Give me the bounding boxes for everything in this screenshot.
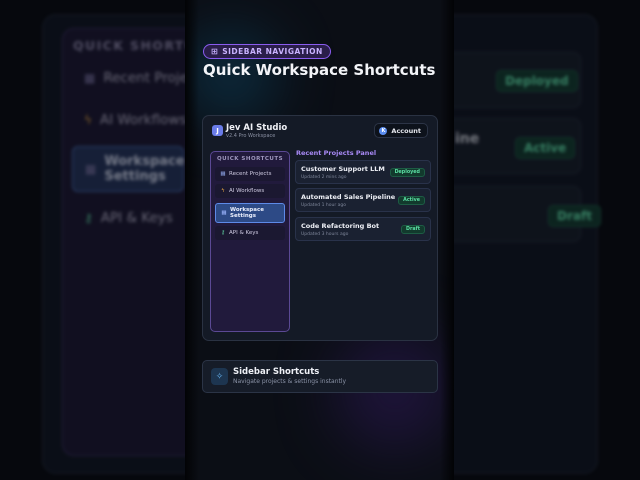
page-title: Quick Workspace Shortcuts (203, 61, 436, 79)
avatar: K (379, 126, 388, 135)
bg-status-badge: Active (515, 137, 576, 159)
project-card[interactable]: Customer Support LLM Updated 2 mins ago … (295, 160, 431, 184)
app-name: Jev AI Studio (226, 123, 288, 133)
content-column: ⊞ SIDEBAR NAVIGATION Quick Workspace Sho… (185, 0, 454, 480)
grid-icon: ▦ (84, 71, 96, 85)
edge-shade (440, 0, 454, 480)
grid-icon: ⊞ (211, 47, 219, 56)
key-icon: ⚷ (220, 230, 226, 236)
account-label: Account (391, 126, 421, 135)
bg-nav-item-workspace-settings: ▦ Workspace Settings (72, 146, 185, 192)
app-logo: J (212, 125, 223, 136)
sidebar-item-workspace-settings[interactable]: ▦ Workspace Settings (215, 203, 285, 223)
grid-icon: ▦ (220, 171, 226, 177)
projects-panel-heading: Recent Projects Panel (296, 149, 377, 157)
status-badge: Active (398, 196, 425, 205)
bg-nav-label: API & Keys (100, 210, 173, 226)
gear-icon: ▦ (221, 209, 227, 216)
sidebar-item-label: Recent Projects (229, 171, 272, 177)
feature-card: ✧ Sidebar Shortcuts Navigate projects & … (202, 360, 438, 393)
bg-status-badge: Draft (548, 205, 601, 227)
feature-subtitle: Navigate projects & settings instantly (233, 378, 347, 385)
status-badge: Deployed (389, 168, 425, 177)
bg-project-title: ine (455, 131, 480, 147)
sidebar-item-label: Workspace Settings (230, 206, 264, 220)
status-badge: Draft (401, 225, 425, 234)
sidebar-item-label: API & Keys (229, 230, 259, 236)
sidebar-item-label: AI Workflows (229, 188, 265, 194)
section-tag-label: SIDEBAR NAVIGATION (222, 47, 323, 56)
project-name: Customer Support LLM (301, 165, 385, 173)
feature-title: Sidebar Shortcuts (233, 367, 320, 377)
edge-shade (185, 0, 199, 480)
bg-nav-label: AI Workflows (99, 112, 187, 128)
section-tag: ⊞ SIDEBAR NAVIGATION (203, 44, 331, 59)
project-card[interactable]: Code Refactoring Bot Updated 3 hours ago… (295, 217, 431, 241)
project-updated: Updated 2 mins ago (301, 175, 347, 180)
video-frame: QUICK SHORTCUTS ▦ Recent Projects ϟ AI W… (0, 0, 640, 480)
app-window: J Jev AI Studio v2.4 Pro Workspace K Acc… (202, 115, 438, 341)
sidebar-item-recent-projects[interactable]: ▦ Recent Projects (215, 167, 285, 181)
sidebar-heading: QUICK SHORTCUTS (217, 156, 284, 162)
project-name: Code Refactoring Bot (301, 222, 380, 230)
app-version: v2.4 Pro Workspace (226, 133, 276, 139)
bolt-icon: ϟ (221, 188, 225, 194)
project-name: Automated Sales Pipeline (301, 193, 396, 201)
sidebar-item-ai-workflows[interactable]: ϟ AI Workflows (215, 184, 285, 198)
key-icon: ⚷ (84, 211, 93, 225)
account-button[interactable]: K Account (374, 123, 428, 138)
sparkle-icon: ✧ (211, 368, 228, 385)
project-updated: Updated 1 hour ago (301, 203, 346, 208)
project-updated: Updated 3 hours ago (301, 232, 349, 237)
project-card[interactable]: Automated Sales Pipeline Updated 1 hour … (295, 188, 431, 212)
gear-icon: ▦ (85, 161, 97, 176)
bolt-icon: ϟ (84, 113, 92, 127)
bg-nav-label: Workspace Settings (104, 154, 185, 184)
sidebar-item-api-keys[interactable]: ⚷ API & Keys (215, 226, 285, 240)
bg-status-badge: Deployed (496, 70, 578, 92)
sidebar: QUICK SHORTCUTS ▦ Recent Projects ϟ AI W… (210, 151, 290, 332)
